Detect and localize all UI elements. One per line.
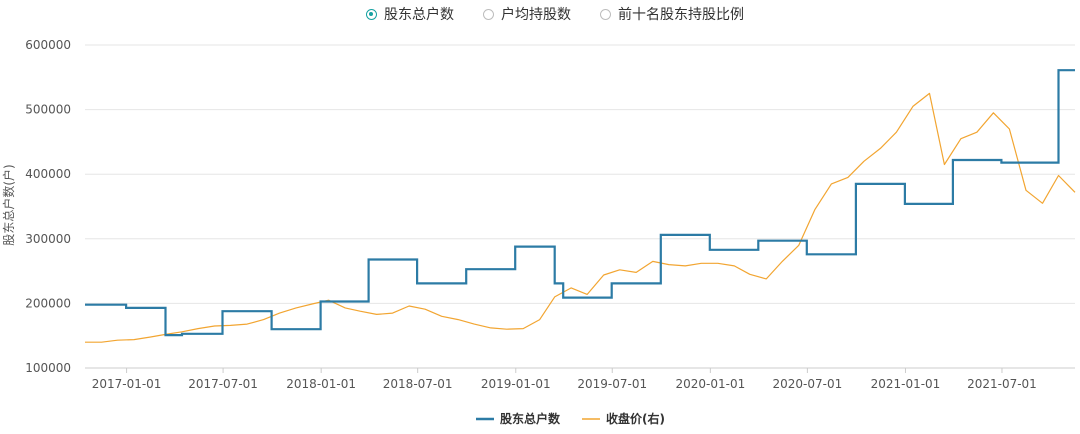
x-axis-ticks: 2017-01-01 2017-07-01 2018-01-01 2018-07-01…: [92, 368, 1037, 391]
series-lines: [85, 69, 1076, 343]
holder-count-chart: 100000 200000 300000 400000 500000 600000 201…: [1, 38, 1076, 426]
y-axis-ticks: 100000 200000 300000 400000 500000 600000: [25, 38, 71, 375]
price-line: [85, 92, 1076, 343]
x-tick-label: 2017-07-01: [188, 377, 258, 391]
x-tick-label: 2021-01-01: [871, 377, 941, 391]
x-tick-label: 2020-07-01: [772, 377, 842, 391]
y-tick-label: 600000: [25, 38, 71, 52]
legend-label: 收盘价(右): [606, 411, 665, 426]
x-tick-label: 2019-01-01: [481, 377, 551, 391]
y-tick-label: 100000: [25, 361, 71, 375]
x-tick-label: 2020-01-01: [675, 377, 745, 391]
legend-label: 股东总户数: [500, 411, 561, 426]
x-tick-label: 2021-07-01: [967, 377, 1037, 391]
x-tick-label: 2018-07-01: [383, 377, 453, 391]
y-tick-label: 200000: [25, 296, 71, 310]
y-tick-label: 400000: [25, 167, 71, 181]
x-tick-label: 2018-01-01: [286, 377, 356, 391]
y-tick-label: 500000: [25, 103, 71, 117]
x-tick-label: 2017-01-01: [92, 377, 162, 391]
y-axis-label: 股东总户数(户): [1, 164, 16, 245]
grid-lines: [85, 44, 1075, 369]
x-tick-label: 2019-07-01: [577, 377, 647, 391]
legend: 股东总户数 收盘价(右): [476, 411, 665, 426]
y-tick-label: 300000: [25, 232, 71, 246]
